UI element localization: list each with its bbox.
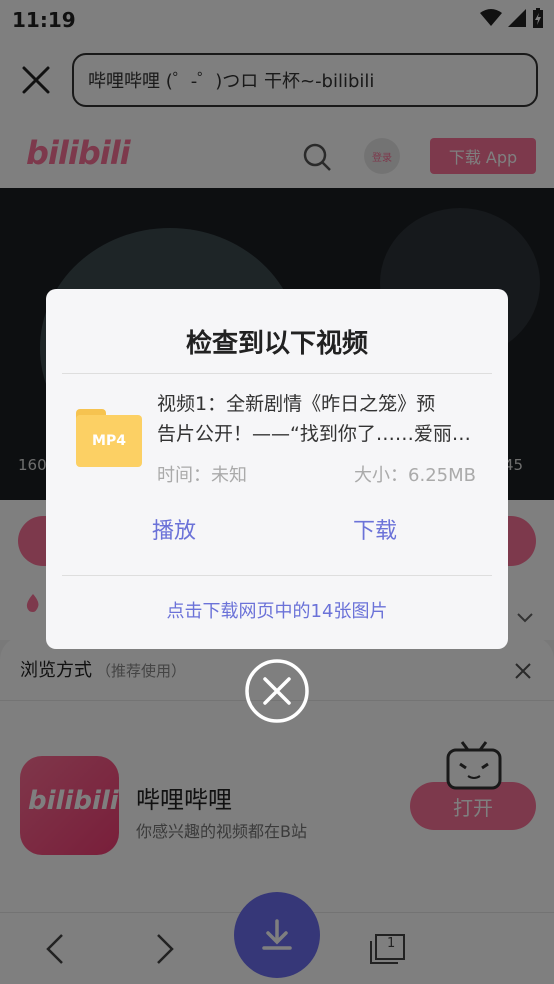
video-detected-dialog: 检查到以下视频 MP4 视频1：全新剧情《昨日之笼》预 告片公开！——“找到你了… <box>46 289 508 649</box>
file-badge: MP4 <box>92 433 126 449</box>
play-button[interactable]: 播放 <box>152 513 196 545</box>
divider <box>62 373 492 374</box>
video-time: 时间：未知 <box>157 465 247 486</box>
video-size: 大小：6.25MB <box>354 465 476 486</box>
divider <box>62 575 492 576</box>
dialog-close-icon[interactable] <box>244 658 310 724</box>
dialog-title: 检查到以下视频 <box>185 329 368 359</box>
folder-body: MP4 <box>76 415 142 467</box>
download-button[interactable]: 下载 <box>353 513 397 545</box>
download-images-link[interactable]: 点击下载网页中的14张图片 <box>46 597 508 623</box>
video-title-line: 视频1：全新剧情《昨日之笼》预 <box>157 393 436 415</box>
mp4-folder-icon: MP4 <box>76 409 142 467</box>
video-title: 视频1：全新剧情《昨日之笼》预 告片公开！——“找到你了……爱丽… <box>157 389 479 449</box>
video-title-line: 告片公开！——“找到你了……爱丽… <box>157 423 471 445</box>
